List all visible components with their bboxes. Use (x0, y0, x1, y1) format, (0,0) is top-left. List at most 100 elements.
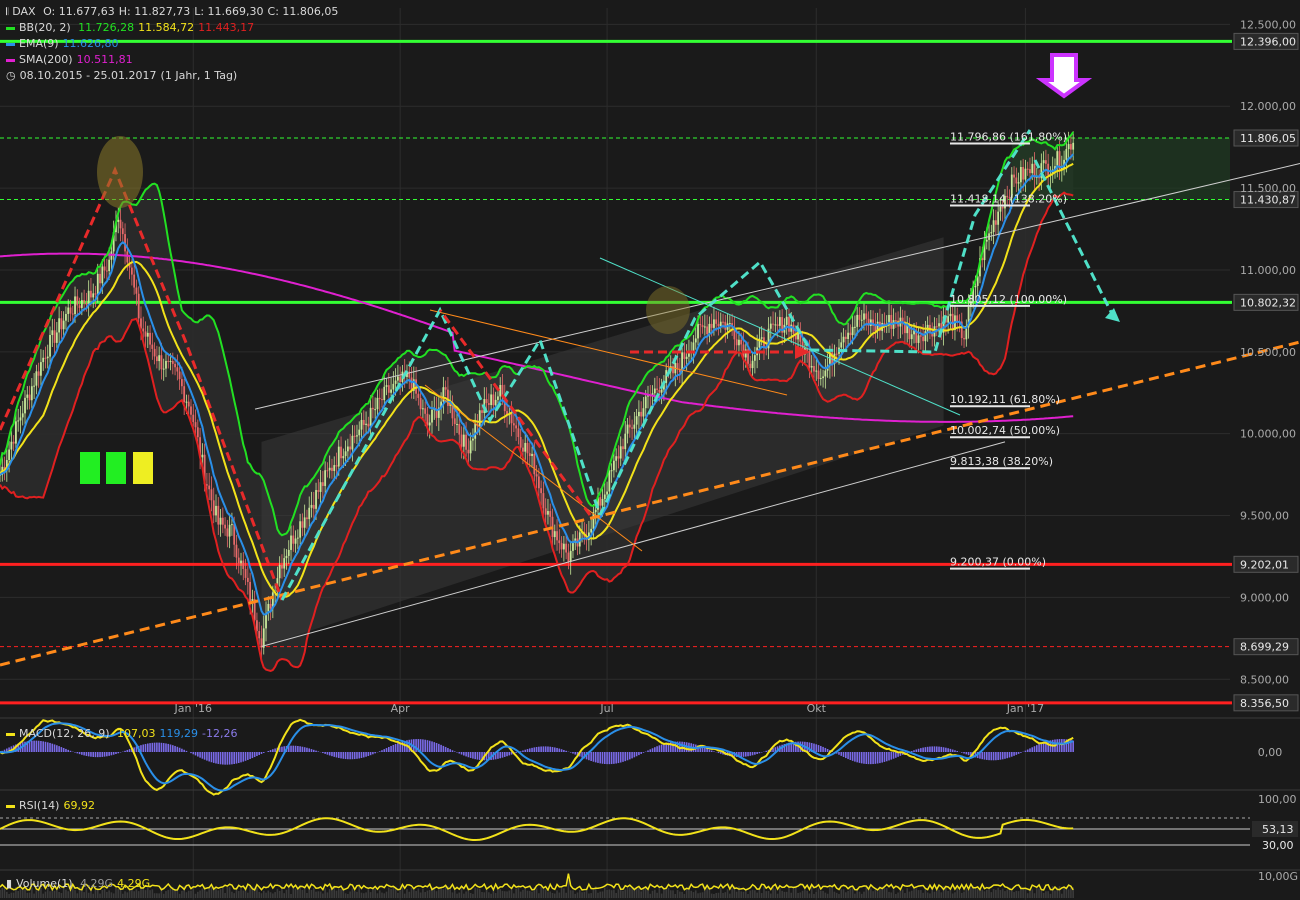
macd-histogram-bar (233, 752, 235, 764)
macd-histogram-bar (933, 746, 936, 752)
volume-bar (472, 893, 474, 898)
macd-histogram-bar (35, 740, 38, 752)
volume-bar (133, 891, 135, 898)
macd-histogram-bar (335, 752, 338, 758)
volume-bar (42, 893, 44, 898)
candle-body (12, 441, 15, 444)
macd-histogram-bar (115, 752, 117, 755)
candle-body (42, 357, 45, 363)
candle-body (1001, 206, 1004, 209)
candle-body (169, 361, 172, 363)
macd-histogram-bar (96, 752, 99, 758)
macd-histogram-bar (210, 752, 213, 763)
candle-body (33, 385, 36, 387)
macd-histogram-bar (258, 752, 260, 755)
macd-histogram-bar (956, 751, 959, 752)
macd-histogram-bar (328, 752, 331, 756)
volume-bar (915, 888, 918, 898)
macd-histogram-bar (260, 752, 263, 754)
macd-histogram-bar (1040, 743, 1043, 752)
macd-histogram-bar (922, 747, 924, 752)
candle-body (469, 440, 472, 454)
volume-bar (469, 892, 472, 898)
macd-histogram-bar (112, 752, 115, 755)
volume-bar (237, 891, 240, 898)
chart-type-icon[interactable]: 𝄃 (6, 7, 8, 18)
volume-bar (392, 887, 395, 898)
candle-body (333, 465, 336, 471)
volume-bar (913, 887, 915, 898)
candle-body (180, 379, 183, 387)
volume-bar (713, 893, 715, 898)
candle-body (858, 314, 861, 320)
signal-square (106, 452, 126, 484)
volume-bar (358, 886, 361, 898)
volume-bar (228, 887, 231, 898)
candle-body (560, 543, 563, 550)
macd-histogram-bar (215, 752, 217, 764)
volume-bar (413, 888, 415, 898)
macd-histogram-bar (633, 752, 636, 758)
level-label: 11.806,05 (1240, 132, 1296, 145)
macd-histogram-bar (988, 752, 990, 761)
candle-body (458, 424, 461, 435)
macd-histogram-bar (160, 742, 163, 752)
volume-bar (1010, 890, 1013, 898)
macd-histogram-bar (281, 746, 283, 752)
macd-histogram-bar (597, 752, 599, 763)
volume-bar (242, 890, 245, 898)
macd-histogram-bar (967, 752, 970, 756)
volume-bar (608, 889, 611, 898)
macd-histogram-bar (360, 752, 363, 758)
candle-body (524, 442, 527, 452)
candle-body (160, 355, 163, 370)
macd-histogram-bar (474, 752, 476, 760)
volume-bar (192, 886, 195, 898)
macd-histogram-bar (269, 750, 272, 752)
candle-body (722, 321, 724, 323)
candle-body (374, 409, 377, 411)
volume-bar (617, 889, 620, 898)
candle-body (544, 508, 547, 515)
volume-bar (494, 893, 497, 898)
candle-body (328, 467, 331, 471)
macd-histogram-bar (556, 747, 558, 752)
candle-body (303, 517, 306, 528)
volume-bar (590, 893, 592, 898)
candle-body (1031, 163, 1034, 174)
volume-bar (463, 893, 465, 898)
macd-histogram-bar (151, 742, 154, 752)
macd-histogram-bar (217, 752, 220, 764)
volume-bar (565, 892, 567, 898)
candle-body (467, 449, 470, 454)
macd-histogram-bar (981, 752, 984, 760)
candle-body (390, 389, 392, 393)
macd-histogram-bar (879, 752, 881, 764)
macd-tick: 0,00 (1258, 746, 1283, 759)
macd-histogram-bar (458, 752, 461, 754)
candle-body (183, 386, 186, 403)
candle-body (262, 628, 265, 648)
candle-body (567, 552, 570, 562)
volume-bar (1040, 890, 1043, 898)
legend-ohlc: 𝄃 DAX O: 11.677,63 H: 11.827,73 L: 11.669,3… (6, 5, 339, 18)
volume-bar (538, 893, 540, 898)
candle-body (549, 511, 552, 517)
candle-body (465, 434, 468, 450)
macd-histogram-bar (344, 752, 347, 760)
macd-histogram-bar (501, 752, 504, 758)
candle-body (974, 285, 977, 288)
candle-body (565, 543, 568, 553)
candle-body (378, 397, 381, 400)
macd-histogram-bar (599, 752, 602, 764)
macd-histogram-bar (719, 752, 722, 754)
volume-bar (660, 893, 663, 898)
volume-bar (460, 887, 463, 898)
macd-histogram-bar (385, 748, 388, 752)
volume-bar (981, 889, 984, 898)
macd-histogram-bar (826, 748, 829, 752)
volume-bar (917, 890, 920, 898)
macd-histogram-bar (619, 752, 622, 763)
volume-bar (672, 890, 674, 898)
macd-histogram-bar (1061, 739, 1063, 752)
